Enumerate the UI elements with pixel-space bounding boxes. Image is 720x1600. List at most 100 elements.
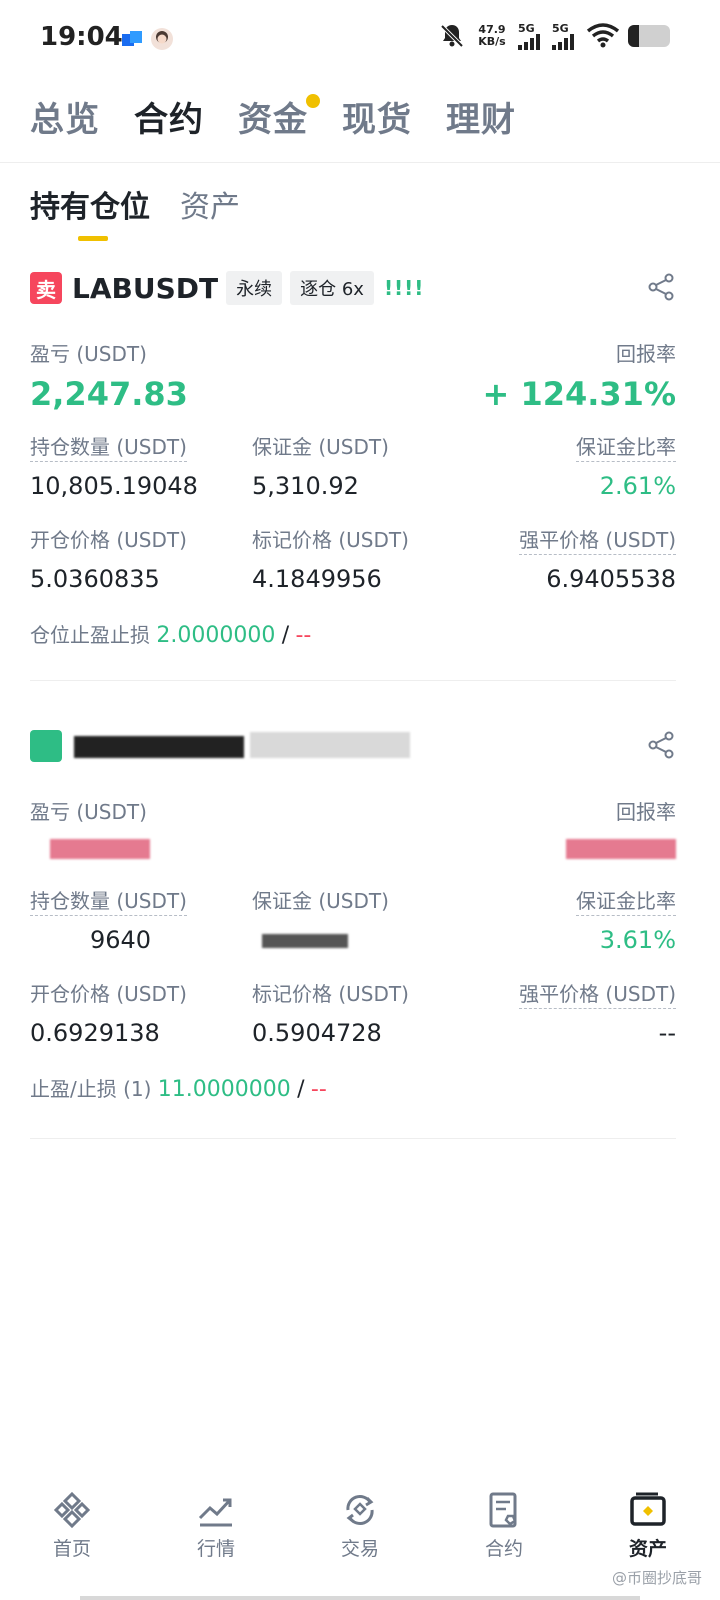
app-notification-icon [122, 31, 142, 46]
position-stats-row-2: 开仓价格 (USDT) 0.6929138 标记价格 (USDT) 0.5904… [30, 978, 676, 1047]
tab-overview[interactable]: 总览 [30, 92, 100, 141]
trade-exchange-icon [346, 1495, 374, 1525]
position-symbol[interactable]: LABUSDT [72, 272, 218, 305]
signal-1-label: 5G [518, 21, 535, 35]
notification-dot [306, 94, 320, 108]
pnl-labels: 盈亏 (USDT) 回报率 [30, 796, 676, 825]
redacted-margin [262, 934, 348, 948]
size-label[interactable]: 持仓数量 (USDT) [30, 885, 252, 916]
wallet-icon [630, 1492, 666, 1526]
margin-ratio-label[interactable]: 保证金比率 [502, 885, 676, 916]
roe-label: 回报率 [616, 342, 676, 366]
tab-futures[interactable]: 合约 [134, 92, 204, 141]
mark-price-label: 标记价格 (USDT) [252, 528, 409, 552]
tab-earn[interactable]: 理财 [446, 92, 516, 141]
avatar-notification-icon [151, 28, 173, 50]
tab-funding-label: 资金 [238, 100, 308, 140]
share-icon[interactable] [646, 272, 676, 302]
active-tab-indicator [78, 236, 108, 241]
position-stats-row-2: 开仓价格 (USDT) 5.0360835 标记价格 (USDT) 4.1849… [30, 524, 676, 593]
margin-mode-tag[interactable]: 逐仓 6x [290, 271, 374, 305]
margin-ratio-label[interactable]: 保证金比率 [502, 431, 676, 462]
tpsl-label: 仓位止盈止损 [30, 623, 150, 647]
entry-price-label: 开仓价格 (USDT) [30, 982, 187, 1006]
tab-assets[interactable]: 资产 [180, 182, 240, 226]
sl-value: -- [295, 623, 312, 648]
position-stats-row-1: 持仓数量 (USDT) 9640 保证金 (USDT) 保证金比率 3.61% [30, 885, 676, 954]
pnl-values: 2,247.83 + 124.31% [30, 375, 676, 413]
margin-label: 保证金 (USDT) [252, 889, 389, 913]
redacted-symbol [74, 736, 244, 758]
liq-price-label[interactable]: 强平价格 (USDT) [502, 524, 676, 555]
battery-level [628, 25, 639, 47]
market-chart-icon [198, 1498, 232, 1527]
home-indicator[interactable] [80, 1596, 640, 1600]
signal-bars-icon [518, 33, 540, 50]
margin-value: 5,310.92 [252, 472, 359, 500]
position-card[interactable]: 卖 LABUSDT 永续 逐仓 6x !!!! 盈亏 (USDT) 回报率 2,… [30, 268, 676, 681]
entry-price-label: 开仓价格 (USDT) [30, 528, 187, 552]
size-value-partial: 9640 [90, 926, 152, 954]
margin-ratio-value: 2.61% [599, 472, 676, 500]
share-icon[interactable] [646, 730, 676, 760]
redacted-tags [250, 732, 410, 758]
divider [0, 162, 720, 163]
liq-price-value: -- [658, 1019, 676, 1047]
nav-markets[interactable]: 行情 [144, 1490, 288, 1600]
signal-1: 5G [518, 23, 544, 50]
tpsl-separator: / [297, 1077, 305, 1102]
tpsl-row[interactable]: 仓位止盈止损 2.0000000 / -- [30, 619, 676, 648]
contract-type-tag: 永续 [226, 271, 283, 305]
size-value: 10,805.19048 [30, 472, 198, 500]
liq-price-label[interactable]: 强平价格 (USDT) [502, 978, 676, 1009]
bell-muted-icon [440, 24, 464, 48]
mark-price-label: 标记价格 (USDT) [252, 982, 409, 1006]
sub-tabs: 持有仓位 资产 [30, 182, 240, 241]
tab-positions-label: 持有仓位 [30, 190, 150, 225]
nav-futures-label: 合约 [484, 1538, 523, 1560]
sl-value: -- [310, 1077, 327, 1102]
battery-icon [628, 25, 670, 47]
signal-2: 5G [552, 23, 578, 50]
position-stats-row-1: 持仓数量 (USDT) 10,805.19048 保证金 (USDT) 5,31… [30, 431, 676, 500]
entry-price-value: 0.6929138 [30, 1019, 160, 1047]
mark-price-value: 0.5904728 [252, 1019, 382, 1047]
adl-indicator: !!!! [383, 276, 425, 300]
nav-trade-label: 交易 [340, 1538, 379, 1560]
position-card[interactable]: 盈亏 (USDT) 回报率 持仓数量 (USDT) 9640 保证金 (USDT… [30, 726, 676, 1139]
net-speed-unit: KB/s [478, 35, 506, 48]
tpsl-row[interactable]: 止盈/止损 (1) 11.0000000 / -- [30, 1073, 676, 1102]
tab-positions[interactable]: 持有仓位 [30, 182, 150, 241]
size-label[interactable]: 持仓数量 (USDT) [30, 431, 252, 462]
tab-spot[interactable]: 现货 [342, 92, 412, 141]
card-divider [30, 1138, 676, 1139]
signal-2-label: 5G [552, 21, 569, 35]
mark-price-value: 4.1849956 [252, 565, 382, 593]
status-time: 19:04 [40, 22, 123, 52]
pnl-value: 2,247.83 [30, 375, 188, 413]
card-divider [30, 680, 676, 681]
tab-funding[interactable]: 资金 [238, 92, 320, 141]
tpsl-separator: / [281, 623, 290, 648]
roe-label: 回报率 [616, 800, 676, 824]
roe-value: + 124.31% [482, 375, 677, 413]
redacted-roe [566, 839, 676, 859]
network-speed: 47.9 KB/s [474, 24, 510, 48]
tp-value: 2.0000000 [156, 623, 276, 648]
nav-trade[interactable]: 交易 [288, 1490, 432, 1600]
signal-bars-icon [552, 33, 574, 50]
nav-home[interactable]: 首页 [0, 1490, 144, 1600]
redacted-pnl [50, 839, 150, 859]
status-bar: 19:04 47.9 KB/s 5G 5G [0, 0, 720, 80]
tpsl-label: 止盈/止损 (1) [30, 1077, 152, 1101]
pnl-labels: 盈亏 (USDT) 回报率 [30, 338, 676, 367]
side-badge-sell: 卖 [30, 272, 62, 304]
nav-markets-label: 行情 [196, 1538, 235, 1560]
entry-price-value: 5.0360835 [30, 565, 160, 593]
margin-label: 保证金 (USDT) [252, 435, 389, 459]
position-header [30, 726, 676, 766]
nav-home-label: 首页 [52, 1538, 91, 1560]
futures-doc-icon [489, 1492, 517, 1528]
margin-value-redacted [252, 926, 502, 954]
nav-futures[interactable]: 合约 [432, 1490, 576, 1600]
